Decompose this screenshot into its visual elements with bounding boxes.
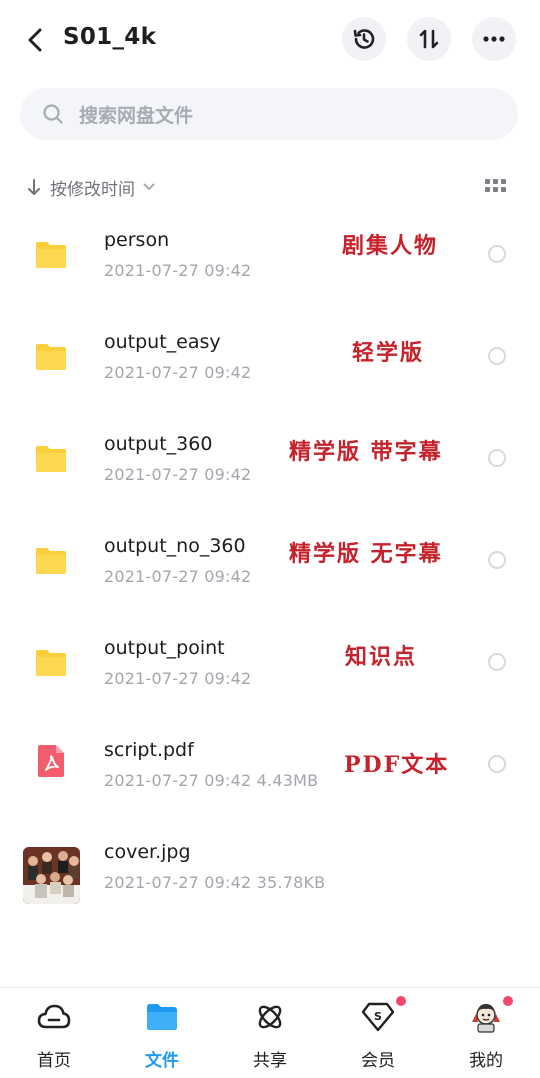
file-meta: 2021-07-27 09:42 (104, 669, 252, 688)
search-placeholder: 搜索网盘文件 (79, 104, 194, 127)
annotation-text: 精学版 带字幕 (289, 439, 443, 465)
chevron-down-icon (143, 181, 155, 193)
file-meta: 2021-07-27 09:42 35.78KB (104, 873, 326, 892)
image-thumbnail (23, 847, 80, 904)
nav-label: 会员 (361, 1051, 395, 1071)
nav-label: 我的 (469, 1051, 503, 1071)
select-checkbox[interactable] (488, 551, 506, 569)
file-row-output-no-360[interactable]: output_no_360 2021-07-27 09:42 精学版 无字幕 (0, 509, 540, 611)
bottom-navigation: 首页 文件 共享 S 会员 我的 (0, 987, 540, 1078)
cloud-home-icon (37, 1000, 71, 1034)
arrow-down-icon (26, 177, 42, 197)
notification-badge (503, 996, 513, 1006)
select-checkbox[interactable] (488, 653, 506, 671)
file-row-cover-jpg[interactable]: cover.jpg 2021-07-27 09:42 35.78KB (0, 815, 540, 917)
file-name: output_360 (104, 433, 213, 455)
file-meta: 2021-07-27 09:42 4.43MB (104, 771, 319, 790)
history-icon (353, 29, 375, 49)
notification-badge (396, 996, 406, 1006)
page-title: S01_4k (63, 24, 157, 50)
file-name: output_point (104, 637, 225, 659)
file-meta: 2021-07-27 09:42 (104, 363, 252, 382)
folder-icon (30, 644, 72, 680)
more-dots-icon (483, 36, 505, 42)
folder-icon (30, 236, 72, 272)
annotation-text: 剧集人物 (342, 233, 439, 259)
select-checkbox[interactable] (488, 755, 506, 773)
grid-view-icon[interactable] (485, 179, 509, 197)
sort-button[interactable] (407, 17, 451, 61)
file-name: cover.jpg (104, 841, 191, 863)
file-name: output_no_360 (104, 535, 246, 557)
chevron-left-icon (28, 28, 42, 52)
file-list: person 2021-07-27 09:42 剧集人物 output_easy… (0, 203, 540, 917)
nav-profile[interactable]: 我的 (432, 988, 540, 1078)
history-button[interactable] (342, 17, 386, 61)
top-bar: S01_4k (0, 0, 540, 80)
folder-icon (30, 338, 72, 374)
file-meta: 2021-07-27 09:42 (104, 567, 252, 586)
sort-arrows-icon (419, 29, 439, 49)
file-row-output-360[interactable]: output_360 2021-07-27 09:42 精学版 带字幕 (0, 407, 540, 509)
file-row-script-pdf[interactable]: script.pdf 2021-07-27 09:42 4.43MB PDF文本 (0, 713, 540, 815)
back-button[interactable] (18, 22, 52, 58)
nav-files[interactable]: 文件 (108, 988, 216, 1078)
file-row-output-easy[interactable]: output_easy 2021-07-27 09:42 轻学版 (0, 305, 540, 407)
folder-icon (30, 542, 72, 578)
more-button[interactable] (472, 17, 516, 61)
nav-home[interactable]: 首页 (0, 988, 108, 1078)
annotation-text: 精学版 无字幕 (289, 541, 443, 567)
file-meta: 2021-07-27 09:42 (104, 465, 252, 484)
nav-share[interactable]: 共享 (216, 988, 324, 1078)
select-checkbox[interactable] (488, 449, 506, 467)
annotation-text: 知识点 (345, 644, 418, 670)
file-row-output-point[interactable]: output_point 2021-07-27 09:42 知识点 (0, 611, 540, 713)
select-checkbox[interactable] (488, 245, 506, 263)
nav-vip[interactable]: S 会员 (324, 988, 432, 1078)
search-bar[interactable]: 搜索网盘文件 (20, 88, 518, 140)
nav-label: 首页 (37, 1051, 71, 1071)
sort-selector[interactable]: 按修改时间 (26, 172, 155, 202)
nav-label: 共享 (253, 1051, 287, 1071)
atom-share-icon (253, 1000, 287, 1034)
search-icon (42, 103, 64, 125)
file-name: script.pdf (104, 739, 194, 761)
file-meta: 2021-07-27 09:42 (104, 261, 252, 280)
folder-icon (145, 1000, 179, 1034)
select-checkbox[interactable] (488, 347, 506, 365)
avatar-icon (469, 1000, 503, 1034)
file-row-person[interactable]: person 2021-07-27 09:42 剧集人物 (0, 203, 540, 305)
file-name: person (104, 229, 170, 251)
svg-text:S: S (374, 1010, 382, 1023)
annotation-text: 轻学版 (352, 340, 425, 366)
annotation-text: PDF文本 (344, 752, 450, 778)
file-name: output_easy (104, 331, 221, 353)
nav-label: 文件 (145, 1051, 179, 1071)
sort-label: 按修改时间 (50, 179, 135, 200)
pdf-file-icon (30, 745, 72, 782)
vip-diamond-icon: S (361, 1000, 395, 1034)
folder-icon (30, 440, 72, 476)
